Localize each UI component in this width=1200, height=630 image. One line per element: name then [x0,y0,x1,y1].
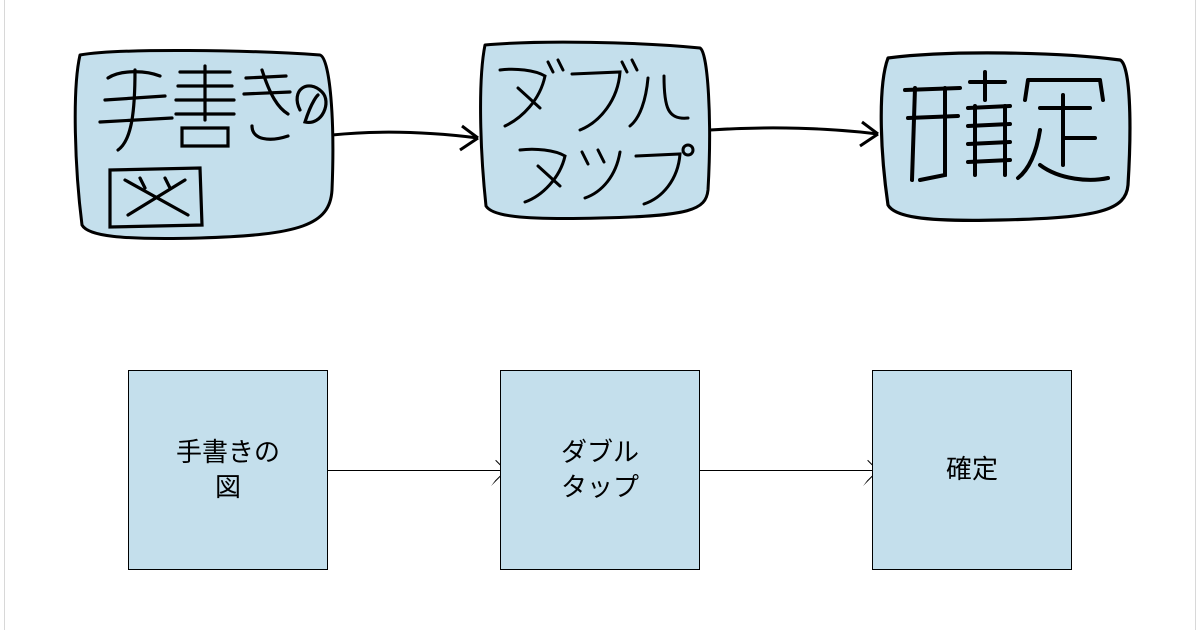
clean-node-2: ダブル タップ [500,370,700,570]
clean-node-1: 手書きの 図 [128,370,328,570]
clean-node-2-line1: ダブル [561,437,639,467]
hand-drawn-arrow-1 [332,132,478,138]
clean-row: 手書きの 図 ダブル タップ 確定 [0,370,1200,610]
clean-node-1-line1: 手書きの [176,437,280,467]
hand-drawn-arrow-2 [710,128,878,134]
clean-node-2-line2: タップ [561,472,639,502]
clean-node-3: 確定 [872,370,1072,570]
clean-arrow-1 [328,470,500,471]
hand-drawn-row [0,0,1200,320]
clean-node-3-line1: 確定 [946,454,998,484]
clean-node-1-line2: 図 [215,472,241,502]
clean-arrow-2 [700,470,872,471]
